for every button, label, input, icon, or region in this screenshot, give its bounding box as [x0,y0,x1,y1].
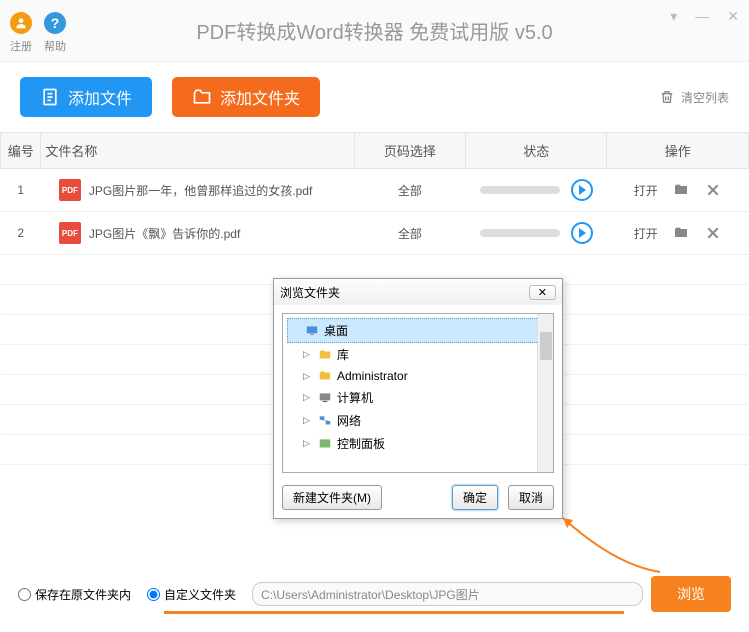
cell-num: 1 [1,169,41,212]
col-num: 编号 [1,133,41,169]
radio-custom[interactable] [147,588,160,601]
path-input[interactable] [252,582,643,606]
tree-node[interactable]: ▷ Administrator [287,366,549,386]
add-folder-button[interactable]: 添加文件夹 [172,77,320,117]
expand-icon[interactable]: ▷ [303,349,313,360]
col-page: 页码选择 [354,133,465,169]
close-icon[interactable]: ✕ [727,8,739,25]
save-original-radio[interactable]: 保存在原文件夹内 [18,586,131,603]
dialog-buttons: 新建文件夹(M) 确定 取消 [282,485,554,510]
browse-folder-dialog: 浏览文件夹 ✕ 桌面▷ 库▷ Administrator▷ 计算机▷ 网络▷ 控… [273,278,563,519]
cell-ops: 打开 [607,212,749,255]
custom-folder-label: 自定义文件夹 [164,586,236,603]
network-icon [317,414,333,428]
expand-icon[interactable]: ▷ [303,415,313,426]
user-icon [317,369,333,383]
cell-name: PDF JPG图片《飘》告诉你的.pdf [41,212,354,255]
help-button[interactable]: ? 帮助 [44,8,66,54]
dialog-title: 浏览文件夹 [280,284,340,301]
cancel-button[interactable]: 取消 [508,485,554,510]
expand-icon[interactable]: ▷ [303,392,313,403]
cell-name: PDF JPG图片那一年，他曾那样追过的女孩.pdf [41,169,354,212]
table-row[interactable]: 2 PDF JPG图片《飘》告诉你的.pdf 全部 打开 [1,212,749,255]
custom-folder-radio[interactable]: 自定义文件夹 [147,586,236,603]
dialog-close-button[interactable]: ✕ [529,285,556,300]
add-file-label: 添加文件 [68,85,132,109]
radio-original[interactable] [18,588,31,601]
add-file-button[interactable]: 添加文件 [20,77,152,117]
add-folder-label: 添加文件夹 [220,85,300,109]
trash-icon [659,88,675,106]
register-button[interactable]: 注册 [10,8,32,54]
control-icon [317,437,333,451]
cell-page[interactable]: 全部 [354,212,465,255]
open-folder-icon[interactable] [672,182,690,198]
desktop-icon [304,324,320,338]
browse-button[interactable]: 浏览 [651,576,731,612]
help-label: 帮助 [44,38,66,54]
folder-tree[interactable]: 桌面▷ 库▷ Administrator▷ 计算机▷ 网络▷ 控制面板 [282,313,554,473]
new-folder-button[interactable]: 新建文件夹(M) [282,485,382,510]
col-ops: 操作 [607,133,749,169]
minimize-icon[interactable]: — [695,8,709,25]
tree-node[interactable]: ▷ 控制面板 [287,432,549,455]
pdf-icon: PDF [59,179,81,201]
tree-node[interactable]: ▷ 网络 [287,409,549,432]
cell-ops: 打开 [607,169,749,212]
clear-list-button[interactable]: 清空列表 [659,88,729,106]
toolbar: 添加文件 添加文件夹 清空列表 [0,62,749,132]
tree-node[interactable]: ▷ 计算机 [287,386,549,409]
expand-icon[interactable]: ▷ [303,438,313,449]
app-title: PDF转换成Word转换器 免费试用版 v5.0 [196,16,552,45]
delete-icon[interactable] [704,182,722,198]
tree-label: 库 [337,346,349,363]
scrollbar-thumb[interactable] [540,332,552,360]
clear-list-label: 清空列表 [681,89,729,106]
dialog-titlebar[interactable]: 浏览文件夹 ✕ [274,279,562,305]
bottom-bar: 保存在原文件夹内 自定义文件夹 浏览 [0,576,749,612]
tree-label: Administrator [337,369,408,383]
file-name: JPG图片那一年，他曾那样追过的女孩.pdf [89,182,312,199]
table-row[interactable]: 1 PDF JPG图片那一年，他曾那样追过的女孩.pdf 全部 打开 [1,169,749,212]
titlebar: 注册 ? 帮助 PDF转换成Word转换器 免费试用版 v5.0 ▾ — ✕ [0,0,749,62]
cell-status [465,169,607,212]
tree-node[interactable]: ▷ 库 [287,343,549,366]
register-label: 注册 [10,38,32,54]
dialog-body: 桌面▷ 库▷ Administrator▷ 计算机▷ 网络▷ 控制面板 新建文件… [274,305,562,518]
col-status: 状态 [465,133,607,169]
play-button[interactable] [571,179,593,201]
delete-icon[interactable] [704,225,722,241]
tree-label: 控制面板 [337,435,385,452]
annotation-arrow [555,510,675,580]
tree-label: 网络 [337,412,361,429]
col-name: 文件名称 [41,133,354,169]
folder-icon [192,87,212,107]
expand-icon[interactable]: ▷ [303,371,313,382]
window-controls: ▾ — ✕ [670,8,739,25]
file-name: JPG图片《飘》告诉你的.pdf [89,225,240,242]
ok-button[interactable]: 确定 [452,485,498,510]
file-icon [40,87,60,107]
pdf-icon: PDF [59,222,81,244]
tree-node[interactable]: 桌面 [287,318,549,343]
play-button[interactable] [571,222,593,244]
tree-label: 计算机 [337,389,373,406]
library-icon [317,348,333,362]
cell-status [465,212,607,255]
progress-bar [480,186,560,194]
annotation-underline [164,611,624,614]
save-original-label: 保存在原文件夹内 [35,586,131,603]
user-icon [10,12,32,34]
dropdown-icon[interactable]: ▾ [670,8,677,25]
open-link[interactable]: 打开 [634,182,658,199]
open-folder-icon[interactable] [672,225,690,241]
cell-num: 2 [1,212,41,255]
scrollbar[interactable] [537,314,553,472]
progress-bar [480,229,560,237]
open-link[interactable]: 打开 [634,225,658,242]
cell-page[interactable]: 全部 [354,169,465,212]
help-icon: ? [44,12,66,34]
tree-label: 桌面 [324,322,348,339]
computer-icon [317,391,333,405]
